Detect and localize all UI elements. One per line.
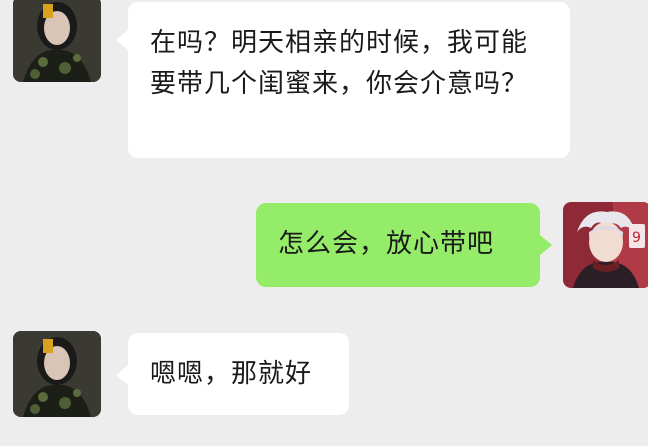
bubble-tail	[116, 365, 128, 385]
message-bubble[interactable]: 怎么会，放心带吧	[256, 203, 540, 287]
self-avatar[interactable]: 9	[563, 202, 648, 288]
contact-avatar-image	[13, 331, 101, 417]
contact-avatar[interactable]	[13, 331, 101, 417]
message-bubble[interactable]: 在吗？明天相亲的时候，我可能要带几个闺蜜来，你会介意吗？	[128, 2, 570, 158]
message-text: 嗯嗯，那就好	[150, 359, 313, 389]
svg-text:9: 9	[632, 230, 641, 246]
bubble-tail	[116, 30, 128, 50]
message-bubble[interactable]: 嗯嗯，那就好	[128, 333, 349, 415]
contact-avatar-image	[13, 0, 101, 82]
bubble-tail	[540, 235, 552, 255]
contact-avatar[interactable]	[13, 0, 101, 82]
message-text: 怎么会，放心带吧	[278, 229, 495, 259]
message-text: 在吗？明天相亲的时候，我可能要带几个闺蜜来，你会介意吗？	[150, 28, 529, 99]
self-avatar-image: 9	[563, 202, 648, 288]
